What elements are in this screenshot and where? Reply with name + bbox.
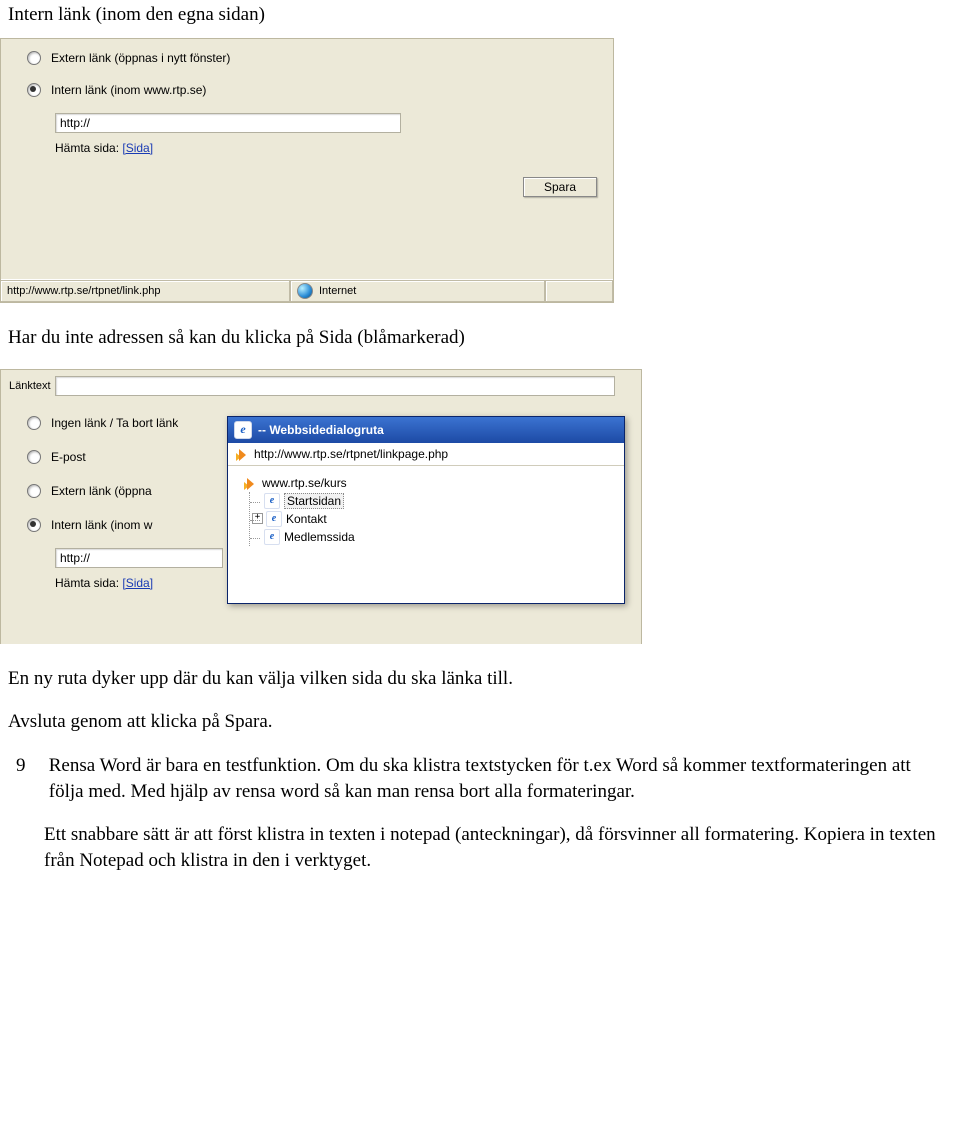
radio-icon — [27, 450, 41, 464]
radio-icon — [27, 51, 41, 65]
url-input[interactable] — [55, 113, 401, 133]
radio-row-intern[interactable]: Intern länk (inom www.rtp.se) — [1, 71, 613, 103]
ie-icon: e — [266, 511, 282, 527]
radio-label-intern-trunc: Intern länk (inom w — [51, 518, 152, 532]
statusbar-zone: Internet — [290, 280, 545, 302]
dialog-address-bar: http://www.rtp.se/rtpnet/linkpage.php — [228, 443, 624, 466]
statusbar-grip — [545, 280, 613, 302]
radio-icon-selected — [27, 83, 41, 97]
radio-label-ingen: Ingen länk / Ta bort länk — [51, 416, 178, 430]
list-body: Rensa Word är bara en testfunktion. Om d… — [49, 753, 949, 804]
hamta-sida-label: Hämta sida: — [55, 141, 119, 155]
dialog-titlebar: e -- Webbsidedialogruta — [228, 417, 624, 443]
section-heading: Intern länk (inom den egna sidan) — [8, 4, 952, 26]
radio-label-epost: E-post — [51, 450, 86, 464]
favicon-icon — [242, 476, 256, 490]
tree-item-label: Medlemssida — [284, 530, 355, 544]
tree-item-label: Kontakt — [286, 512, 327, 526]
sida-link[interactable]: [Sida] — [122, 141, 153, 155]
url-input-trunc[interactable] — [55, 548, 223, 568]
lanktext-label: Länktext — [9, 380, 55, 392]
tree-item-kontakt[interactable]: + e Kontakt — [250, 510, 614, 528]
status-bar: http://www.rtp.se/rtpnet/link.php Intern… — [1, 279, 613, 302]
sida-link-2[interactable]: [Sida] — [122, 576, 153, 590]
radio-label-intern: Intern länk (inom www.rtp.se) — [51, 83, 206, 97]
favicon-icon — [234, 447, 248, 461]
internet-zone-icon — [297, 283, 313, 299]
paragraph-avsluta: Avsluta genom att klicka på Spara. — [8, 709, 952, 735]
screenshot-link-editor: Extern länk (öppnas i nytt fönster) Inte… — [0, 38, 614, 303]
radio-label-extern-trunc: Extern länk (öppna — [51, 484, 152, 498]
spara-button[interactable]: Spara — [523, 177, 597, 197]
list-number: 9 — [16, 753, 44, 779]
radio-row-extern[interactable]: Extern länk (öppnas i nytt fönster) — [1, 45, 613, 71]
statusbar-zone-label: Internet — [319, 285, 356, 297]
paragraph-new-dialog: En ny ruta dyker upp där du kan välja vi… — [8, 666, 952, 692]
list-item-9: 9 Rensa Word är bara en testfunktion. Om… — [16, 753, 952, 804]
lanktext-input[interactable] — [55, 376, 615, 396]
linkpage-dialog: e -- Webbsidedialogruta http://www.rtp.s… — [227, 416, 625, 604]
hamta-sida-label-2: Hämta sida: — [55, 576, 119, 590]
dialog-address-text: http://www.rtp.se/rtpnet/linkpage.php — [254, 447, 448, 461]
ie-icon: e — [264, 493, 280, 509]
tree-item-startsidan[interactable]: e Startsidan — [250, 492, 614, 510]
sitemap-tree: www.rtp.se/kurs e Startsidan + e Kontakt… — [228, 466, 624, 550]
list-item-9-cont: Ett snabbare sätt är att först klistra i… — [44, 822, 952, 873]
tree-item-label: Startsidan — [284, 493, 344, 509]
tree-item-medlemssida[interactable]: e Medlemssida — [250, 528, 614, 546]
tree-root-label: www.rtp.se/kurs — [262, 476, 347, 490]
radio-icon — [27, 416, 41, 430]
screenshot-dialog-over-editor: Länktext Ingen länk / Ta bort länk E-pos… — [0, 369, 642, 644]
ie-icon: e — [234, 421, 252, 439]
tree-root[interactable]: www.rtp.se/kurs — [242, 474, 614, 492]
radio-icon — [27, 484, 41, 498]
dialog-title: -- Webbsidedialogruta — [258, 423, 384, 437]
tree-expander-icon[interactable]: + — [252, 513, 263, 524]
statusbar-url: http://www.rtp.se/rtpnet/link.php — [1, 280, 290, 302]
radio-icon-selected — [27, 518, 41, 532]
radio-label-extern: Extern länk (öppnas i nytt fönster) — [51, 51, 230, 65]
ie-icon: e — [264, 529, 280, 545]
paragraph-click-sida: Har du inte adressen så kan du klicka på… — [8, 325, 952, 351]
